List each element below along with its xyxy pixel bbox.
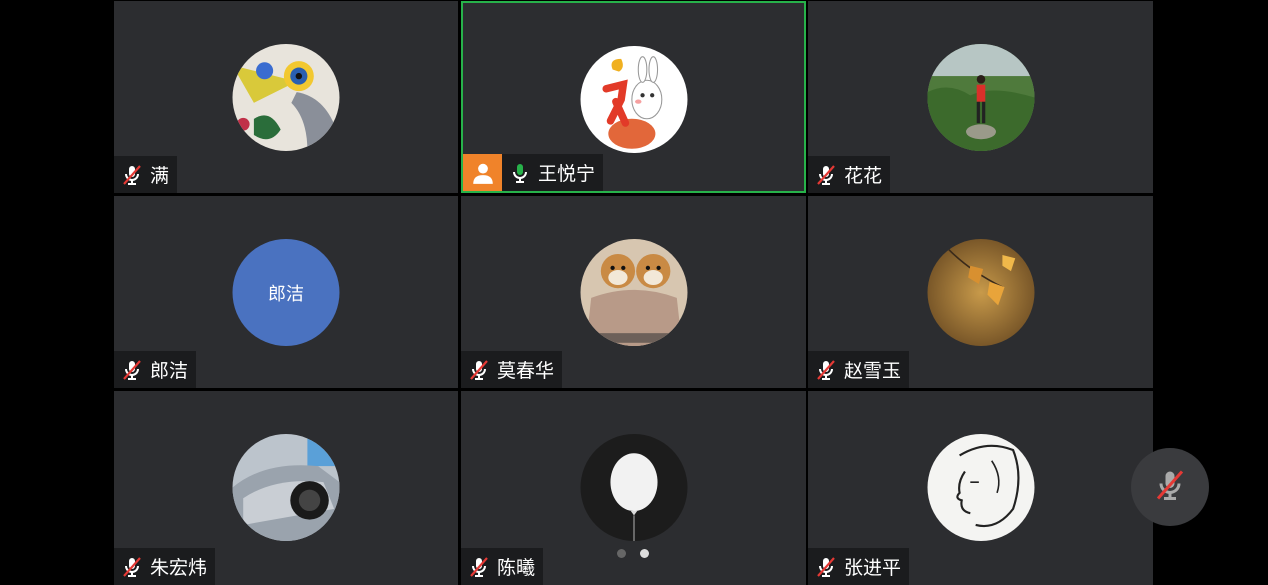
mic-muted-icon [814,358,838,382]
page-indicator[interactable] [617,549,649,558]
mic-muted-icon [120,555,144,579]
participant-name: 陈曦 [497,557,536,579]
participant-label: 郎洁 [114,351,197,388]
page-dot-2[interactable] [640,549,649,558]
participant-label: 朱宏炜 [114,548,216,585]
participant-label: 王悦宁 [502,154,604,191]
participant-avatar [580,434,687,541]
page-dot-1[interactable] [617,549,626,558]
participant-name: 王悦宁 [538,163,596,185]
mic-icon [508,161,532,185]
participant-name: 赵雪玉 [844,360,902,382]
avatar-initials: 郎洁 [268,283,304,305]
participant-label: 张进平 [808,548,910,585]
participant-label: 陈曦 [461,548,544,585]
participant-avatar [580,46,687,153]
participant-tile-5[interactable]: 赵雪玉 [808,196,1153,388]
participant-avatar [927,434,1034,541]
participant-tile-2[interactable]: 花花 [808,1,1153,193]
mic-muted-icon [1152,467,1188,507]
participant-label: 满 [114,156,178,193]
mic-muted-icon [814,555,838,579]
participant-avatar: 郎洁 [232,239,340,346]
mic-muted-icon [814,163,838,187]
participant-name: 满 [150,165,170,187]
participant-name: 郎洁 [150,360,189,382]
participant-name: 张进平 [844,557,902,579]
participant-avatar [580,239,687,346]
participant-tile-3[interactable]: 郎洁 郎洁 [114,196,458,388]
mic-muted-icon [467,555,491,579]
host-person-icon [463,154,502,191]
mic-muted-icon [467,358,491,382]
participant-label: 莫春华 [461,351,563,388]
participant-tile-8[interactable]: 张进平 [808,391,1153,585]
participant-label: 赵雪玉 [808,351,910,388]
participant-avatar [232,434,340,541]
participant-tile-0[interactable]: 满 [114,1,458,193]
participant-avatar [232,44,340,151]
participant-tile-4[interactable]: 莫春华 [461,196,806,388]
participant-tile-1[interactable]: 王悦宁 [461,1,806,193]
participant-label: 花花 [808,156,891,193]
mic-muted-icon [120,358,144,382]
participant-name: 花花 [844,165,883,187]
participant-avatar [927,239,1034,346]
participant-tile-6[interactable]: 朱宏炜 [114,391,458,585]
mic-muted-icon [120,163,144,187]
participant-name: 朱宏炜 [150,557,208,579]
participant-avatar [927,44,1034,151]
participant-name: 莫春华 [497,360,555,382]
mute-toggle-button[interactable] [1131,448,1209,526]
video-grid: 满 王悦宁 花花 郎洁 郎洁 莫春华 赵雪玉 朱宏炜 陈曦 张进平 [113,0,1154,585]
